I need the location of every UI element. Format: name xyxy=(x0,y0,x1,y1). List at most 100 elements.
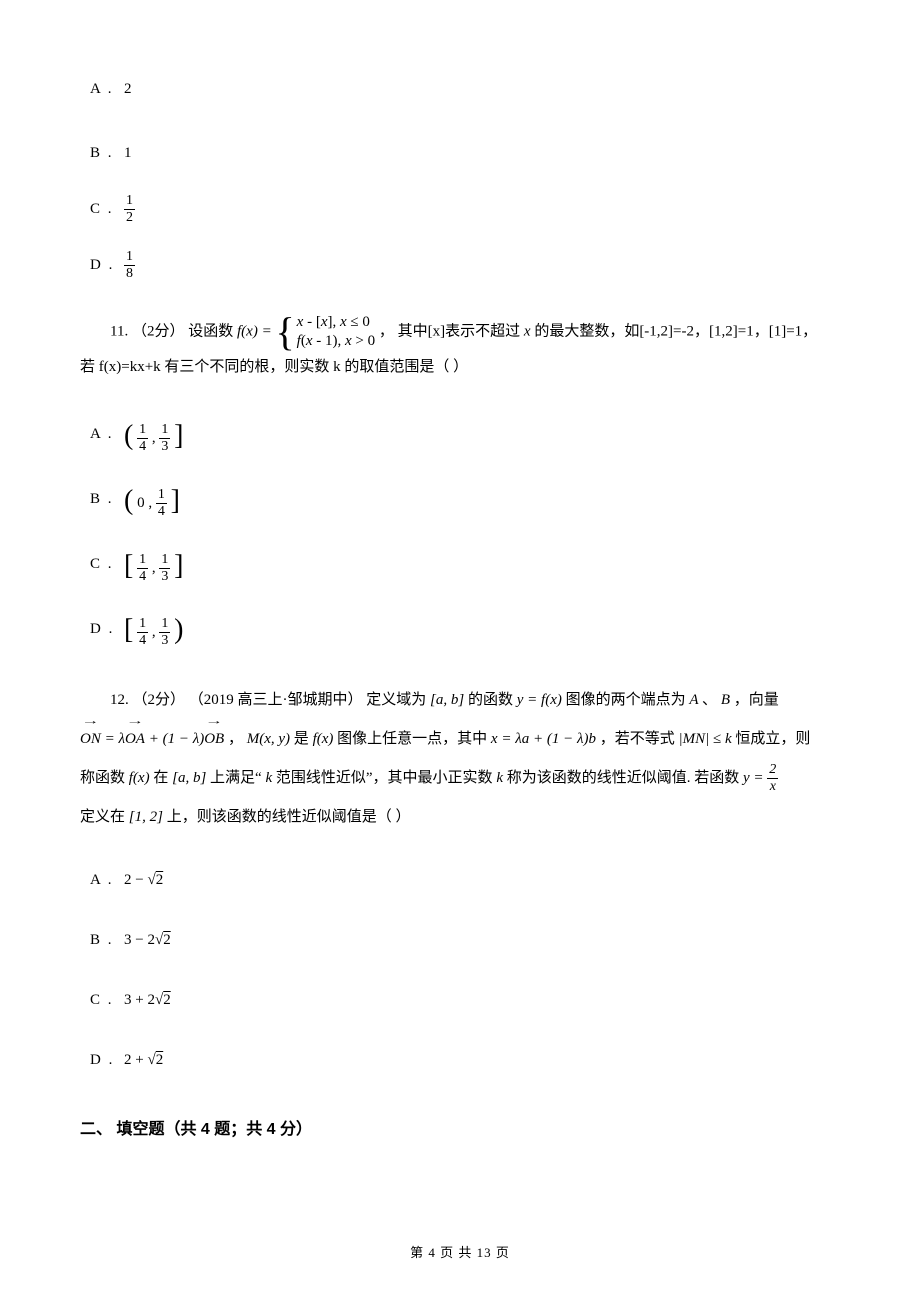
math-x-eq: x = λa + (1 − λ)b xyxy=(491,731,596,747)
vector-on-icon: ON xyxy=(80,720,101,759)
piece-row-1: x - [x], x ≤ 0 xyxy=(297,314,370,330)
q-source: （2019 高三上·邹城期中） xyxy=(189,692,363,708)
fraction-denominator: 4 xyxy=(137,569,148,584)
q11-stem: 11. （2分） 设函数 f(x) = { x - [x], x ≤ 0 f(x… xyxy=(80,312,840,382)
option-label: C . xyxy=(90,552,120,576)
fraction-denominator: 3 xyxy=(159,633,170,648)
q10-option-b: B . 1 xyxy=(90,136,840,170)
fraction-denominator: 3 xyxy=(159,439,170,454)
option-value: 2 + √2 xyxy=(124,1048,163,1072)
q-text: 定义在 xyxy=(80,809,125,825)
option-label: D . xyxy=(90,1048,120,1072)
q-text: 图像的两个端点为 xyxy=(566,692,686,708)
q-number: 12. xyxy=(110,692,129,708)
q12-option-d: D . 2 + √2 xyxy=(90,1043,840,1077)
math-var: x xyxy=(524,323,531,339)
math-interval: [a, b] xyxy=(172,770,206,786)
y-eq-pre: y xyxy=(743,770,750,786)
q-text: 图像上任意一点，其中 xyxy=(337,731,491,747)
bracket-right-sq-icon: ] xyxy=(171,485,180,516)
footer-suf: 页 xyxy=(492,1245,510,1260)
q11-option-d: D . [ 14 , 13 ) xyxy=(90,606,840,651)
q-text: ，若不等式 xyxy=(600,731,679,747)
fraction-denominator: 4 xyxy=(137,633,148,648)
option-value: ( 14 , 13 ] xyxy=(124,412,183,457)
fraction-denominator: 8 xyxy=(124,266,135,281)
q12-option-c: C . 3 + 2√2 xyxy=(90,983,840,1017)
q11-option-b: B . ( 0 , 14 ] xyxy=(90,477,840,522)
point-a: A xyxy=(689,692,702,708)
option-fraction: 1 2 xyxy=(124,194,135,225)
fraction-numerator: 2 xyxy=(767,763,778,779)
math-k: k xyxy=(496,770,503,786)
footer-mid: 页 共 xyxy=(436,1245,477,1260)
q-text: 的函数 xyxy=(468,692,513,708)
fraction-numerator: 1 xyxy=(159,423,170,439)
q-text: 若 f(x)=kx+k 有三个不同的根，则实数 k 的取值范围是（ ） xyxy=(80,359,468,375)
math-y-eq: y = 2x xyxy=(743,770,778,786)
option-value: 3 − 2√2 xyxy=(124,928,171,952)
math-mxy: M(x, y) xyxy=(247,731,290,747)
footer-total-pages: 13 xyxy=(477,1245,492,1260)
comma: , xyxy=(152,624,156,640)
fraction-denominator: x xyxy=(767,779,778,794)
piecewise-icon: { x - [x], x ≤ 0 f(x - 1), x > 0 xyxy=(275,312,375,352)
option-value: 2 xyxy=(124,77,132,101)
bracket-left-sq-icon: [ xyxy=(124,550,133,581)
option-label: C . xyxy=(90,197,120,221)
option-label: B . xyxy=(90,141,120,165)
option-fraction: 1 8 xyxy=(124,250,135,281)
q12-option-b: B . 3 − 2√2 xyxy=(90,923,840,957)
q10-option-c: C . 1 2 xyxy=(90,192,840,226)
option-value: ( 0 , 14 ] xyxy=(124,477,180,522)
q-text: 设函数 xyxy=(188,323,233,339)
q-text: 称为该函数的线性近似阈值. 若函数 xyxy=(507,770,743,786)
piece-row-2: f(x - 1), x > 0 xyxy=(297,333,375,349)
q-text: 的最大整数，如[-1,2]=-2，[1,2]=1，[1]=1， xyxy=(534,323,817,339)
option-label: D . xyxy=(90,617,120,641)
option-value: 3 + 2√2 xyxy=(124,988,171,1012)
q-text: 上满足“ xyxy=(210,770,265,786)
math-interval: [a, b] xyxy=(430,692,468,708)
bracket-left-paren-icon: ( xyxy=(124,420,133,451)
option-label: D . xyxy=(90,253,120,277)
math-mn-ineq: |MN| ≤ k xyxy=(678,731,731,747)
q-number: 11. xyxy=(110,323,128,339)
bracket-left-sq-icon: [ xyxy=(124,614,133,645)
fraction-denominator: 2 xyxy=(124,210,135,225)
q-text: ，向量 xyxy=(734,692,779,708)
q-text: ， 其中[x]表示不超过 xyxy=(379,323,520,339)
fraction-denominator: 4 xyxy=(137,439,148,454)
option-value: [ 14 , 13 ) xyxy=(124,606,183,651)
q-text: 范围线性近似”，其中最小正实数 xyxy=(276,770,496,786)
bracket-right-sq-icon: ] xyxy=(174,550,183,581)
option-label: A . xyxy=(90,77,120,101)
math-fx: f(x) xyxy=(129,770,154,786)
fraction-numerator: 1 xyxy=(137,553,148,569)
math-fx: f(x) xyxy=(313,731,334,747)
bracket-right-sq-icon: ] xyxy=(174,420,183,451)
q12-stem: 12. （2分） （2019 高三上·邹城期中） 定义域为 [a, b] 的函数… xyxy=(80,681,840,837)
comma: , xyxy=(152,560,156,576)
fraction-numerator: 1 xyxy=(124,250,135,266)
section-2-heading: 二、 填空题（共 4 题；共 4 分） xyxy=(80,1117,840,1143)
fraction-numerator: 1 xyxy=(124,194,135,210)
fraction-numerator: 1 xyxy=(156,488,167,504)
q12-option-a: A . 2 − √2 xyxy=(90,863,840,897)
q-text: 定义域为 xyxy=(366,692,426,708)
brace-icon: { xyxy=(275,312,294,352)
comma: , xyxy=(152,430,156,446)
math-func-lhs: f(x) = xyxy=(237,323,275,339)
q11-option-c: C . [ 14 , 13 ] xyxy=(90,542,840,587)
math-func: y = f(x) xyxy=(517,692,566,708)
q-text: 、 xyxy=(702,692,721,708)
bracket-right-paren-icon: ) xyxy=(174,614,183,645)
option-label: A . xyxy=(90,868,120,892)
bracket-left-paren-icon: ( xyxy=(124,485,133,516)
q-text: 称函数 xyxy=(80,770,125,786)
math-k: k xyxy=(265,770,272,786)
q10-option-d: D . 1 8 xyxy=(90,248,840,282)
vector-oa-icon: OA xyxy=(125,720,145,759)
page-content: A . 2 B . 1 C . 1 2 D . 1 8 11. （2分） 设函数… xyxy=(0,0,920,1143)
fraction-numerator: 1 xyxy=(159,617,170,633)
